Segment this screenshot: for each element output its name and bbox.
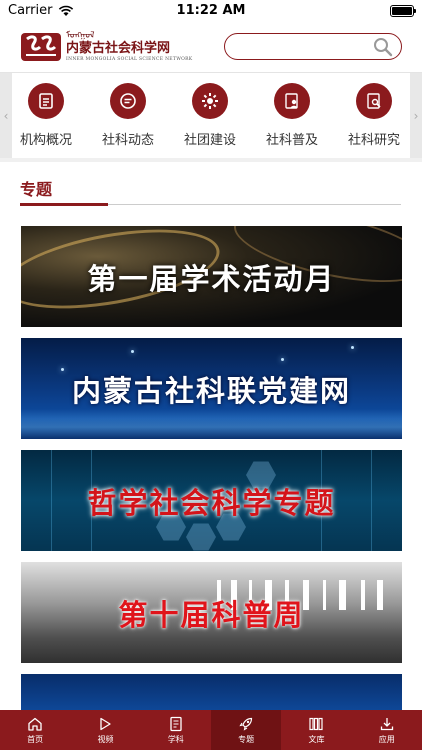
battery-icon [390,5,416,17]
category-item-org[interactable]: 机构概况 [5,73,87,159]
play-icon [100,717,112,731]
tab-label: 首页 [27,735,44,744]
logo-mark-icon [21,33,61,61]
tab-label: 学科 [167,735,184,744]
banner-partial[interactable] [21,674,402,714]
tab-label: 视频 [97,735,114,744]
scroll-right-arrow[interactable]: › [410,73,422,159]
decorative-line [51,450,52,551]
decorative-bar [377,580,383,610]
home-icon [28,717,42,731]
section-divider-accent [20,203,108,206]
category-item-society[interactable]: 社团建设 [169,73,251,159]
tab-label: 专题 [238,735,255,744]
document-icon [28,83,64,119]
decorative-bar [361,580,365,610]
search-input[interactable] [235,34,375,58]
app-header: ᠮᠣᠩᠭᠣᠯ 内蒙古社会科学网 INNER MONGOLIA SOCIAL SC… [0,22,422,72]
divider [0,158,422,162]
tab-library[interactable]: 文库 [281,710,351,750]
tab-subjects[interactable]: 学科 [141,710,211,750]
banner-science-week[interactable]: 第十届科普周 [21,562,402,663]
decorative-wave [21,409,402,439]
banner-title: 哲学社会科学专题 [87,485,336,520]
category-label: 社团建设 [183,133,236,148]
section-title: 专题 [20,180,53,199]
banner-title: 第十届科普周 [118,597,305,632]
category-label: 社科动态 [101,133,154,148]
banner-title: 第一届学术活动月 [87,261,336,296]
tab-label: 文库 [308,735,325,744]
tab-home[interactable]: 首页 [0,710,70,750]
decorative-bar [339,580,346,610]
category-item-news[interactable]: 社科动态 [87,73,169,159]
person-doc-icon [274,83,310,119]
book-icon [170,716,182,732]
decorative-star [131,350,134,353]
bottom-tab-bar: 首页 视频 学科 专题 文库 应用 [0,710,422,750]
banner-party-building[interactable]: 内蒙古社科联党建网 [21,338,402,439]
category-label: 社科普及 [265,133,318,148]
banner-philosophy-topic[interactable]: 哲学社会科学专题 [21,450,402,551]
status-bar: Carrier 11:22 AM [0,0,422,22]
decorative-star [351,346,354,349]
logo-mongolian: ᠮᠣᠩᠭᠣᠯ [66,31,95,41]
library-icon [309,717,324,731]
status-time: 11:22 AM [176,3,246,18]
rocket-icon [239,717,253,731]
decorative-star [61,368,64,371]
decorative-hexagon [186,523,216,551]
gear-icon [192,83,228,119]
logo-text: ᠮᠣᠩᠭᠣᠯ 内蒙古社会科学网 INNER MONGOLIA SOCIAL SC… [66,31,192,63]
tab-video[interactable]: 视频 [70,710,140,750]
tab-label: 应用 [378,735,395,744]
category-label: 社科研究 [347,133,400,148]
search-box[interactable] [224,33,402,60]
category-label: 机构概况 [19,133,72,148]
logo-english-name: INNER MONGOLIA SOCIAL SCIENCE NETWORK [66,57,193,62]
download-icon [380,718,393,731]
decorative-bar [323,580,326,610]
category-item-popularization[interactable]: 社科普及 [251,73,333,159]
tab-topics[interactable]: 专题 [210,710,282,750]
decorative-line [371,450,372,551]
decorative-star [281,358,284,361]
banner-title: 内蒙古社科联党建网 [71,373,351,408]
research-icon [356,83,392,119]
chat-icon [110,83,146,119]
search-icon[interactable] [373,37,393,57]
category-nav: ‹ 机构概况 社科动态 社团建设 社科普及 社科研究 › [0,72,422,159]
tab-apps[interactable]: 应用 [352,710,422,750]
logo-chinese-name: 内蒙古社会科学网 [66,41,171,56]
category-item-research[interactable]: 社科研究 [333,73,415,159]
banner-academic-month[interactable]: 第一届学术活动月 [21,226,402,327]
site-logo[interactable]: ᠮᠣᠩᠭᠣᠯ 内蒙古社会科学网 INNER MONGOLIA SOCIAL SC… [20,29,192,65]
